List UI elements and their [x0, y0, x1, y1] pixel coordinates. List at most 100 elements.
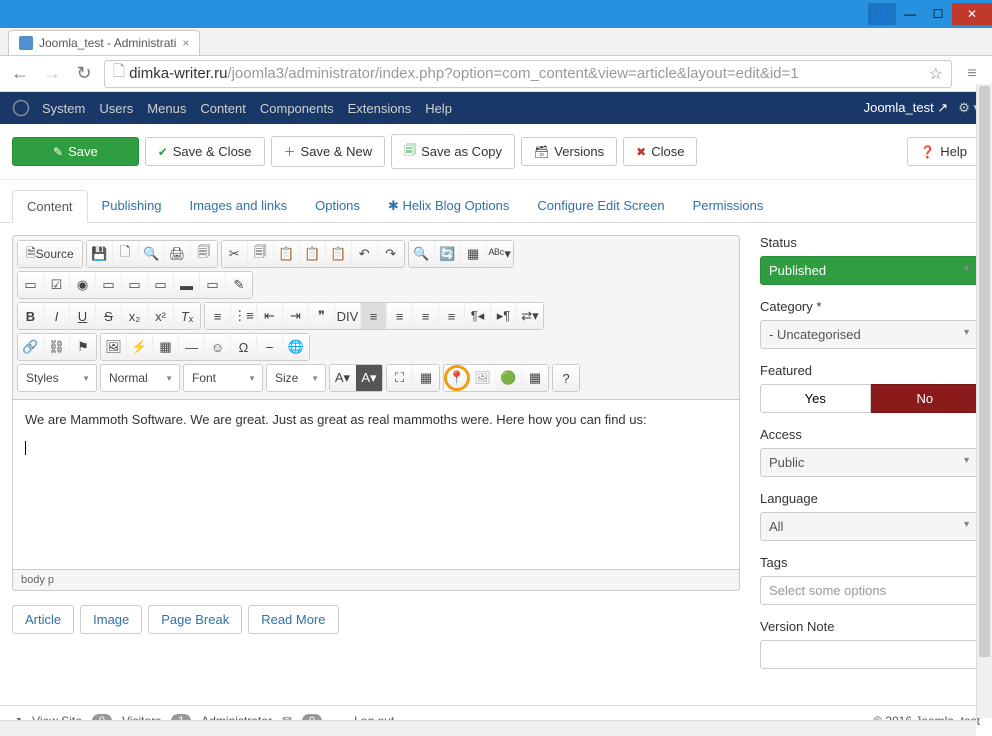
- copy-icon[interactable]: 🗐: [248, 241, 274, 267]
- category-select[interactable]: - Uncategorised: [760, 320, 980, 349]
- save-copy-button[interactable]: 🗐Save as Copy: [391, 134, 515, 169]
- tab-content[interactable]: Content: [12, 190, 88, 223]
- subscript-icon[interactable]: x₂: [122, 303, 148, 329]
- minimize-button[interactable]: —: [896, 3, 924, 25]
- textfield-icon[interactable]: ▭: [96, 272, 122, 298]
- url-input[interactable]: 🗋 dimka-writer.ru/joomla3/administrator/…: [104, 60, 952, 88]
- align-justify-icon[interactable]: ≡: [439, 303, 465, 329]
- showblocks-icon[interactable]: ▦: [413, 365, 439, 391]
- close-button[interactable]: ✖Close: [623, 137, 697, 166]
- menu-users[interactable]: Users: [99, 101, 133, 116]
- language-icon[interactable]: ⇄▾: [517, 303, 543, 329]
- smiley-icon[interactable]: ☺: [205, 334, 231, 360]
- user-icon[interactable]: 👤: [868, 3, 896, 25]
- checkbox-icon[interactable]: ☑: [44, 272, 70, 298]
- strike-icon[interactable]: S: [96, 303, 122, 329]
- iframe-icon[interactable]: 🌐: [283, 334, 309, 360]
- italic-icon[interactable]: I: [44, 303, 70, 329]
- back-button[interactable]: ←: [8, 62, 32, 86]
- replace-icon[interactable]: 🔄: [435, 241, 461, 267]
- save-new-button[interactable]: ＋Save & New: [271, 136, 386, 167]
- tab-close-icon[interactable]: ×: [182, 36, 189, 50]
- size-select[interactable]: Size: [266, 364, 326, 392]
- pagebreak-icon[interactable]: ⎯: [257, 334, 283, 360]
- maximize-icon[interactable]: ⛶: [387, 365, 413, 391]
- tab-permissions[interactable]: Permissions: [679, 190, 778, 222]
- status-select[interactable]: Published: [760, 256, 980, 285]
- versions-button[interactable]: 🗃Versions: [521, 137, 617, 166]
- table-icon[interactable]: ▦: [153, 334, 179, 360]
- selectall-icon[interactable]: ▦: [461, 241, 487, 267]
- joomla-icon[interactable]: 🟢: [496, 365, 522, 391]
- source-button[interactable]: 🗎 Source: [18, 241, 82, 267]
- tags-input[interactable]: Select some options: [760, 576, 980, 605]
- vertical-scrollbar[interactable]: [976, 84, 992, 718]
- bookmark-icon[interactable]: ☆: [929, 64, 943, 84]
- form-icon[interactable]: ▭: [18, 272, 44, 298]
- bold-icon[interactable]: B: [18, 303, 44, 329]
- numberedlist-icon[interactable]: ≡: [205, 303, 231, 329]
- editor-content[interactable]: We are Mammoth Software. We are great. J…: [12, 400, 740, 570]
- paste-word-icon[interactable]: 📋: [326, 241, 352, 267]
- about-icon[interactable]: ?: [553, 365, 579, 391]
- redo-icon[interactable]: ↷: [378, 241, 404, 267]
- undo-icon[interactable]: ↶: [352, 241, 378, 267]
- paste-icon[interactable]: 📋: [274, 241, 300, 267]
- featured-no[interactable]: No: [871, 384, 981, 413]
- media-icon[interactable]: 🖼: [470, 365, 496, 391]
- access-select[interactable]: Public: [760, 448, 980, 477]
- link-icon[interactable]: 🔗: [18, 334, 44, 360]
- tab-publishing[interactable]: Publishing: [88, 190, 176, 222]
- version-input[interactable]: [760, 640, 980, 669]
- cut-icon[interactable]: ✂: [222, 241, 248, 267]
- maximize-button[interactable]: ☐: [924, 3, 952, 25]
- ltr-icon[interactable]: ¶◂: [465, 303, 491, 329]
- browser-menu-icon[interactable]: ≡: [960, 62, 984, 86]
- reload-button[interactable]: ↻: [72, 62, 96, 86]
- indent-icon[interactable]: ⇥: [283, 303, 309, 329]
- browser-tab[interactable]: Joomla_test - Administrati ×: [8, 30, 200, 55]
- menu-content[interactable]: Content: [200, 101, 246, 116]
- find-icon[interactable]: 🔍: [409, 241, 435, 267]
- menu-components[interactable]: Components: [260, 101, 334, 116]
- flash-icon[interactable]: ⚡: [127, 334, 153, 360]
- save-close-button[interactable]: ✔Save & Close: [145, 137, 265, 166]
- bgcolor-icon[interactable]: A▾: [356, 365, 382, 391]
- paste-text-icon[interactable]: 📋: [300, 241, 326, 267]
- align-left-icon[interactable]: ≡: [361, 303, 387, 329]
- specialchar-icon[interactable]: Ω: [231, 334, 257, 360]
- googlemap-icon[interactable]: 📍: [444, 365, 470, 391]
- tableplugin-icon[interactable]: ▦: [522, 365, 548, 391]
- tab-options[interactable]: Options: [301, 190, 374, 222]
- editor-path[interactable]: body p: [12, 570, 740, 591]
- templates-icon[interactable]: 🗐: [191, 241, 217, 267]
- site-name-link[interactable]: Joomla_test ↗: [864, 100, 949, 116]
- blockquote-icon[interactable]: ❞: [309, 303, 335, 329]
- featured-yes[interactable]: Yes: [760, 384, 871, 413]
- tab-helix[interactable]: ✱ Helix Blog Options: [374, 190, 523, 222]
- align-center-icon[interactable]: ≡: [387, 303, 413, 329]
- tab-images[interactable]: Images and links: [176, 190, 302, 222]
- textarea-icon[interactable]: ▭: [122, 272, 148, 298]
- print-icon[interactable]: 🖨: [165, 241, 191, 267]
- button-icon[interactable]: ▬: [174, 272, 200, 298]
- outdent-icon[interactable]: ⇤: [257, 303, 283, 329]
- bulletlist-icon[interactable]: ⋮≡: [231, 303, 257, 329]
- align-right-icon[interactable]: ≡: [413, 303, 439, 329]
- styles-select[interactable]: Styles: [17, 364, 97, 392]
- removeformat-icon[interactable]: Tₓ: [174, 303, 200, 329]
- select-icon[interactable]: ▭: [148, 272, 174, 298]
- format-select[interactable]: Normal: [100, 364, 180, 392]
- image-icon[interactable]: 🖼: [101, 334, 127, 360]
- menu-system[interactable]: System: [42, 101, 85, 116]
- article-button[interactable]: Article: [12, 605, 74, 634]
- image-button[interactable]: Image: [80, 605, 142, 634]
- imagebutton-icon[interactable]: ▭: [200, 272, 226, 298]
- unlink-icon[interactable]: ⛓: [44, 334, 70, 360]
- hr-icon[interactable]: —: [179, 334, 205, 360]
- anchor-icon[interactable]: ⚑: [70, 334, 96, 360]
- readmore-button[interactable]: Read More: [248, 605, 338, 634]
- font-select[interactable]: Font: [183, 364, 263, 392]
- hidden-icon[interactable]: ✎: [226, 272, 252, 298]
- tab-configure[interactable]: Configure Edit Screen: [523, 190, 678, 222]
